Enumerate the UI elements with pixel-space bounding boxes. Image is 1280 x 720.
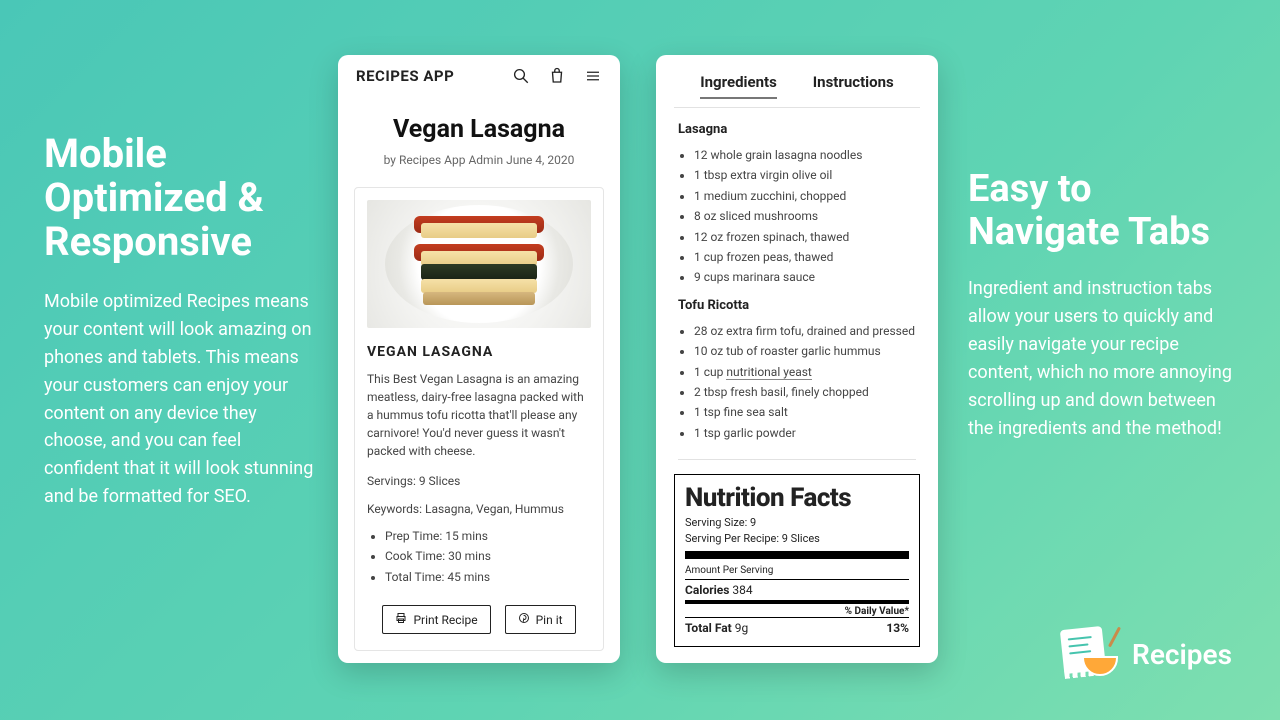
- list-item: 1 cup frozen peas, thawed: [694, 247, 916, 267]
- print-icon: [395, 612, 407, 627]
- recipe-byline: by Recipes App Admin June 4, 2020: [354, 153, 604, 167]
- ingredients-list: 28 oz extra firm tofu, drained and press…: [694, 321, 916, 443]
- left-heading: Mobile Optimized & Responsive: [44, 132, 314, 264]
- list-item: 12 oz frozen spinach, thawed: [694, 227, 916, 247]
- tab-ingredients[interactable]: Ingredients: [700, 73, 777, 99]
- print-recipe-button[interactable]: Print Recipe: [382, 605, 490, 634]
- nutrition-title: Nutrition Facts: [685, 483, 909, 513]
- ingredient-group-title: Lasagna: [678, 122, 916, 137]
- list-item: 9 cups marinara sauce: [694, 267, 916, 287]
- list-item: 10 oz tub of roaster garlic hummus: [694, 341, 916, 361]
- list-item: 1 medium zucchini, chopped: [694, 186, 916, 206]
- amount-per-serving: Amount Per Serving: [685, 565, 909, 576]
- ingredient-group-title: Tofu Ricotta: [678, 298, 916, 313]
- brand-logo: Recipes: [1060, 628, 1232, 680]
- phone-mockup-recipe: RECIPES APP Vegan Lasagna by Recipes App…: [338, 55, 620, 663]
- tab-instructions[interactable]: Instructions: [813, 73, 894, 99]
- list-item: Total Time: 45 mins: [385, 567, 591, 587]
- menu-icon[interactable]: [584, 67, 602, 85]
- calories-value: 384: [732, 583, 752, 597]
- total-fat-label: Total Fat: [685, 621, 732, 635]
- daily-value-header: % Daily Value*: [685, 606, 909, 617]
- pin-it-button[interactable]: Pin it: [505, 605, 576, 634]
- left-body: Mobile optimized Recipes means your cont…: [44, 288, 314, 511]
- total-fat-pct: 13%: [886, 621, 909, 635]
- print-label: Print Recipe: [413, 613, 477, 627]
- pin-label: Pin it: [536, 613, 563, 627]
- right-heading: Easy to Navigate Tabs: [968, 168, 1243, 253]
- card-title: VEGAN LASAGNA: [367, 344, 591, 360]
- phone-mockup-tabs: Ingredients Instructions Lasagna 12 whol…: [656, 55, 938, 663]
- app-brand: RECIPES APP: [356, 67, 454, 85]
- list-item: 2 tbsp fresh basil, finely chopped: [694, 382, 916, 402]
- pinterest-icon: [518, 612, 530, 627]
- recipe-title: Vegan Lasagna: [354, 115, 604, 144]
- list-item: 12 whole grain lasagna noodles: [694, 145, 916, 165]
- list-item: 1 tbsp extra virgin olive oil: [694, 165, 916, 185]
- divider: [678, 459, 916, 460]
- serving-size: Serving Size: 9: [685, 516, 909, 529]
- list-item: 1 cup nutritional yeast: [694, 362, 916, 382]
- right-body: Ingredient and instruction tabs allow yo…: [968, 275, 1243, 442]
- total-fat-value: 9g: [735, 621, 748, 635]
- list-item: 28 oz extra firm tofu, drained and press…: [694, 321, 916, 341]
- ingredients-list: 12 whole grain lasagna noodles 1 tbsp ex…: [694, 145, 916, 288]
- bag-icon[interactable]: [548, 67, 566, 85]
- recipe-hero-image: [367, 200, 591, 328]
- list-item: Cook Time: 30 mins: [385, 546, 591, 566]
- nutrition-facts-label: Nutrition Facts Serving Size: 9 Serving …: [674, 474, 920, 647]
- servings-line: Servings: 9 Slices: [367, 474, 591, 488]
- recipe-description: This Best Vegan Lasagna is an amazing me…: [367, 370, 591, 460]
- recipes-icon: [1060, 628, 1118, 680]
- list-item: 1 tsp fine sea salt: [694, 402, 916, 422]
- recipe-card: VEGAN LASAGNA This Best Vegan Lasagna is…: [354, 187, 604, 651]
- brand-name: Recipes: [1132, 638, 1232, 671]
- keywords-line: Keywords: Lasagna, Vegan, Hummus: [367, 502, 591, 516]
- times-list: Prep Time: 15 mins Cook Time: 30 mins To…: [385, 526, 591, 587]
- serving-per-recipe: Serving Per Recipe: 9 Slices: [685, 532, 909, 545]
- search-icon[interactable]: [512, 67, 530, 85]
- list-item: 1 tsp garlic powder: [694, 423, 916, 443]
- list-item: 8 oz sliced mushrooms: [694, 206, 916, 226]
- list-item: Prep Time: 15 mins: [385, 526, 591, 546]
- calories-label: Calories: [685, 583, 729, 597]
